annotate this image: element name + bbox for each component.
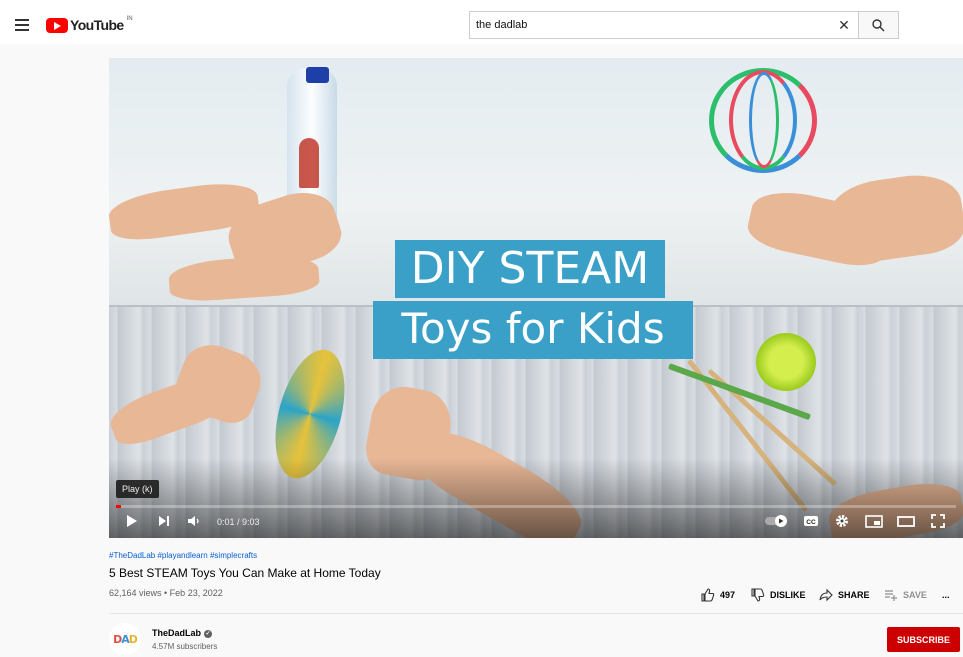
next-button[interactable]	[157, 513, 175, 531]
bottle-cap-image	[306, 67, 329, 83]
channel-name-row[interactable]: TheDadLab ✓	[152, 628, 213, 638]
settings-icon	[836, 515, 848, 527]
volume-button[interactable]	[187, 513, 205, 531]
settings-button[interactable]	[834, 513, 852, 531]
subscribe-button[interactable]: SUBSCRIBE	[887, 627, 960, 652]
divider	[109, 613, 963, 614]
captions-button[interactable]: CC	[803, 513, 821, 531]
view-count-date: 62,164 views • Feb 23, 2022	[109, 588, 223, 598]
youtube-logo[interactable]: YouTube IN	[46, 16, 133, 33]
save-label: SAVE	[903, 590, 927, 600]
add-to-playlist-icon	[885, 590, 897, 601]
next-icon	[159, 516, 169, 526]
ring-ball-toy-image	[749, 72, 779, 168]
like-count: 497	[720, 590, 736, 600]
video-title: 5 Best STEAM Toys You Can Make at Home T…	[109, 566, 381, 580]
dislike-label: DISLIKE	[770, 590, 806, 600]
fullscreen-icon	[931, 514, 945, 528]
thumbs-up-icon	[701, 588, 715, 602]
search-input[interactable]	[470, 12, 820, 38]
share-label: SHARE	[838, 590, 870, 600]
logo-text: YouTube	[70, 17, 124, 33]
share-button[interactable]: SHARE	[819, 585, 870, 605]
captions-icon: CC	[804, 516, 818, 526]
subscriber-count: 4.57M subscribers	[152, 642, 218, 651]
more-actions-button[interactable]: ...	[942, 585, 950, 605]
clear-search-icon[interactable]: ✕	[836, 17, 852, 33]
play-icon	[127, 515, 137, 527]
fullscreen-button[interactable]	[930, 513, 948, 531]
country-code: IN	[126, 16, 133, 22]
search-box: ✕	[469, 11, 859, 39]
search-icon	[872, 19, 885, 32]
save-button[interactable]: SAVE	[884, 585, 927, 605]
share-icon	[819, 588, 833, 602]
overlay-title-line1: DIY STEAM	[395, 240, 665, 298]
miniplayer-button[interactable]	[865, 513, 883, 531]
verified-check-icon: ✓	[204, 629, 213, 638]
channel-name: TheDadLab	[152, 628, 202, 638]
autoplay-toggle-icon	[765, 515, 787, 527]
progress-bar[interactable]	[116, 505, 956, 508]
overlay-title-line2: Toys for Kids	[373, 301, 693, 359]
theater-mode-button[interactable]	[897, 513, 915, 531]
search-button[interactable]	[858, 11, 899, 39]
play-tooltip: Play (k)	[116, 480, 159, 498]
youtube-play-icon	[46, 17, 68, 33]
miniplayer-icon	[865, 515, 883, 528]
time-display: 0:01 / 9:03	[217, 517, 260, 527]
video-player[interactable]: DIY STEAM Toys for Kids Play (k) 0:01 / …	[109, 58, 963, 538]
hashtags[interactable]: #TheDadLab #playandlearn #simplecrafts	[109, 551, 963, 560]
avatar-text: DAD	[113, 632, 138, 646]
like-button[interactable]: 497	[701, 585, 735, 605]
more-icon: ...	[942, 590, 950, 600]
volume-icon	[188, 516, 199, 526]
hamburger-menu-icon[interactable]	[13, 16, 35, 34]
progress-bar-fill	[116, 505, 122, 508]
jellyfish-toy-image	[299, 138, 319, 188]
play-button[interactable]	[125, 513, 143, 531]
theater-icon	[897, 516, 915, 527]
autoplay-toggle[interactable]	[764, 513, 790, 531]
dislike-button[interactable]: DISLIKE	[751, 585, 806, 605]
masthead: YouTube IN ✕	[0, 0, 963, 44]
thumbs-down-icon	[751, 588, 765, 602]
video-meta: #TheDadLab #playandlearn #simplecrafts 5…	[109, 551, 963, 580]
green-bowl-image	[756, 333, 816, 391]
channel-avatar[interactable]: DAD	[109, 623, 141, 655]
svg-text:CC: CC	[806, 519, 816, 526]
